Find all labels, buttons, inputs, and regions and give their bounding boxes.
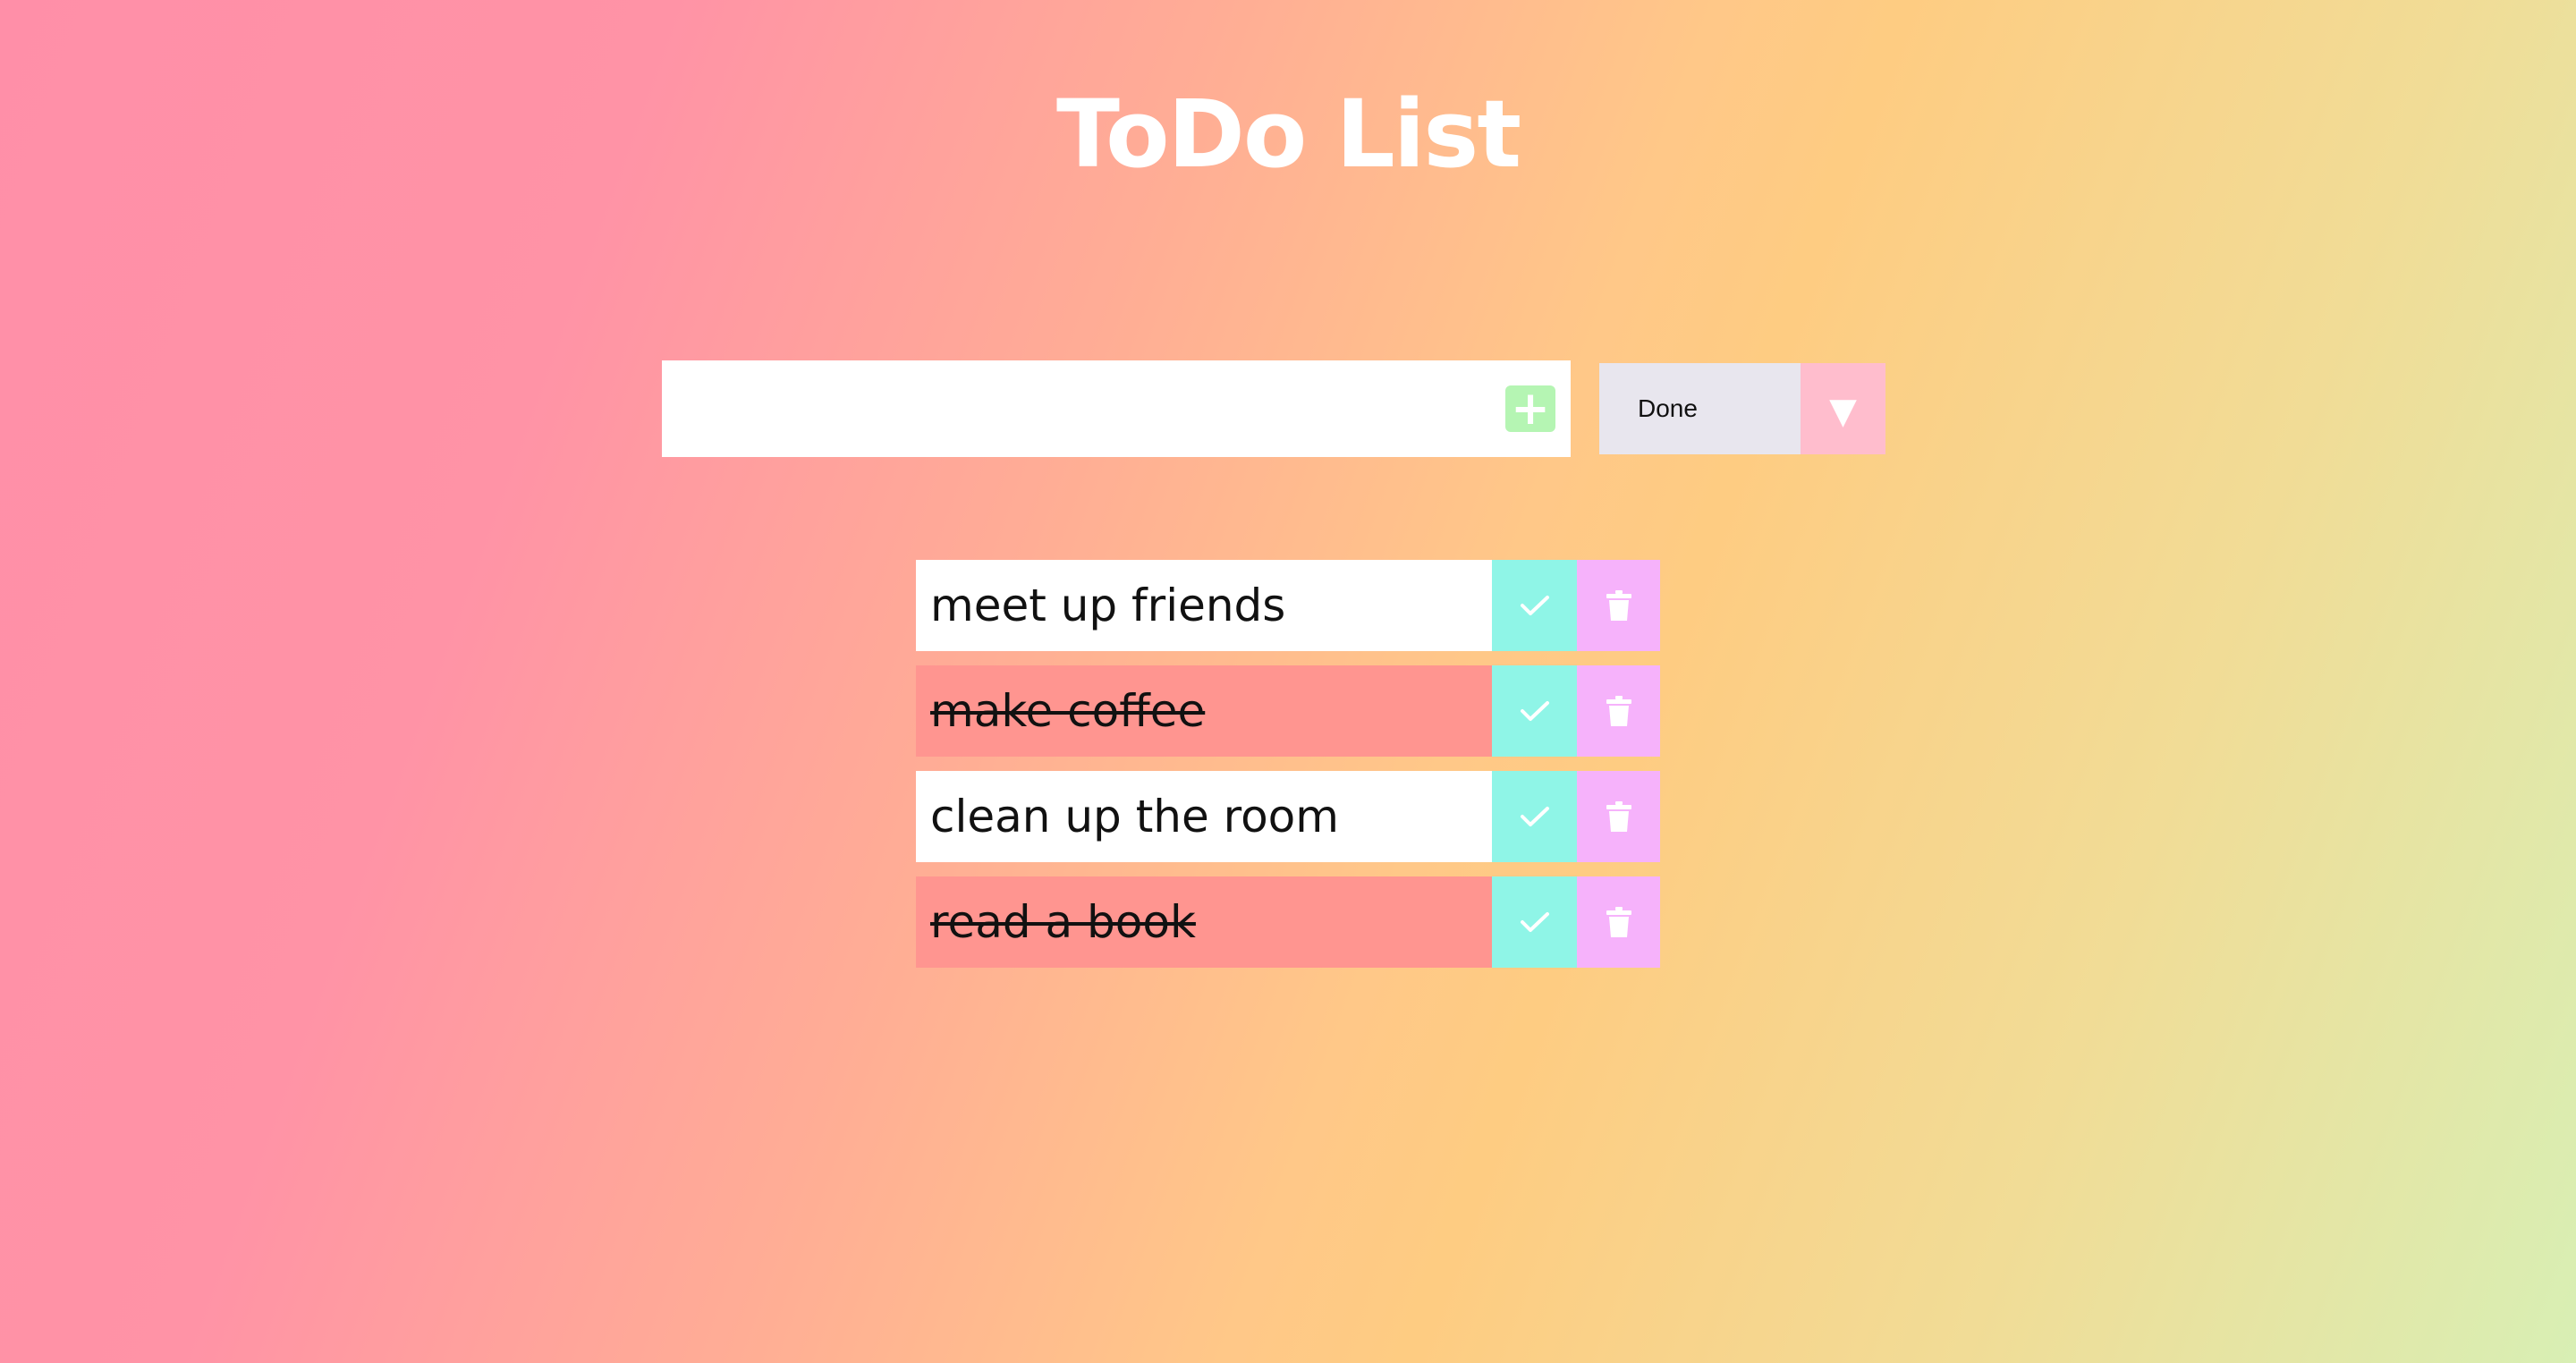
check-icon bbox=[1520, 701, 1549, 721]
todo-list: meet up friends make coffee clean up the… bbox=[916, 560, 1660, 982]
todo-item: read a book bbox=[916, 876, 1660, 968]
todo-item: make coffee bbox=[916, 665, 1660, 757]
delete-button[interactable] bbox=[1577, 771, 1660, 862]
trash-icon bbox=[1606, 907, 1631, 937]
add-todo-button[interactable]: + bbox=[1505, 385, 1555, 432]
todo-item: clean up the room bbox=[916, 771, 1660, 862]
check-icon bbox=[1520, 912, 1549, 932]
trash-icon bbox=[1606, 696, 1631, 726]
complete-button[interactable] bbox=[1492, 771, 1577, 862]
todo-form: + bbox=[662, 360, 1571, 457]
trash-icon bbox=[1606, 590, 1631, 621]
delete-button[interactable] bbox=[1577, 876, 1660, 968]
todo-input[interactable] bbox=[662, 360, 1485, 457]
todo-item: meet up friends bbox=[916, 560, 1660, 651]
filter-selected-value: Done bbox=[1599, 363, 1801, 454]
check-icon bbox=[1520, 807, 1549, 826]
todo-text: make coffee bbox=[916, 665, 1492, 757]
todo-text: read a book bbox=[916, 876, 1492, 968]
todo-text: meet up friends bbox=[916, 560, 1492, 651]
complete-button[interactable] bbox=[1492, 560, 1577, 651]
complete-button[interactable] bbox=[1492, 665, 1577, 757]
complete-button[interactable] bbox=[1492, 876, 1577, 968]
filter-select[interactable]: Done ▼ bbox=[1599, 363, 1885, 454]
delete-button[interactable] bbox=[1577, 560, 1660, 651]
plus-icon: + bbox=[1511, 382, 1550, 436]
check-icon bbox=[1520, 596, 1549, 615]
page-title: ToDo List bbox=[1055, 80, 1521, 189]
todo-text: clean up the room bbox=[916, 771, 1492, 862]
delete-button[interactable] bbox=[1577, 665, 1660, 757]
trash-icon bbox=[1606, 801, 1631, 832]
dropdown-triangle-icon[interactable]: ▼ bbox=[1801, 363, 1885, 454]
